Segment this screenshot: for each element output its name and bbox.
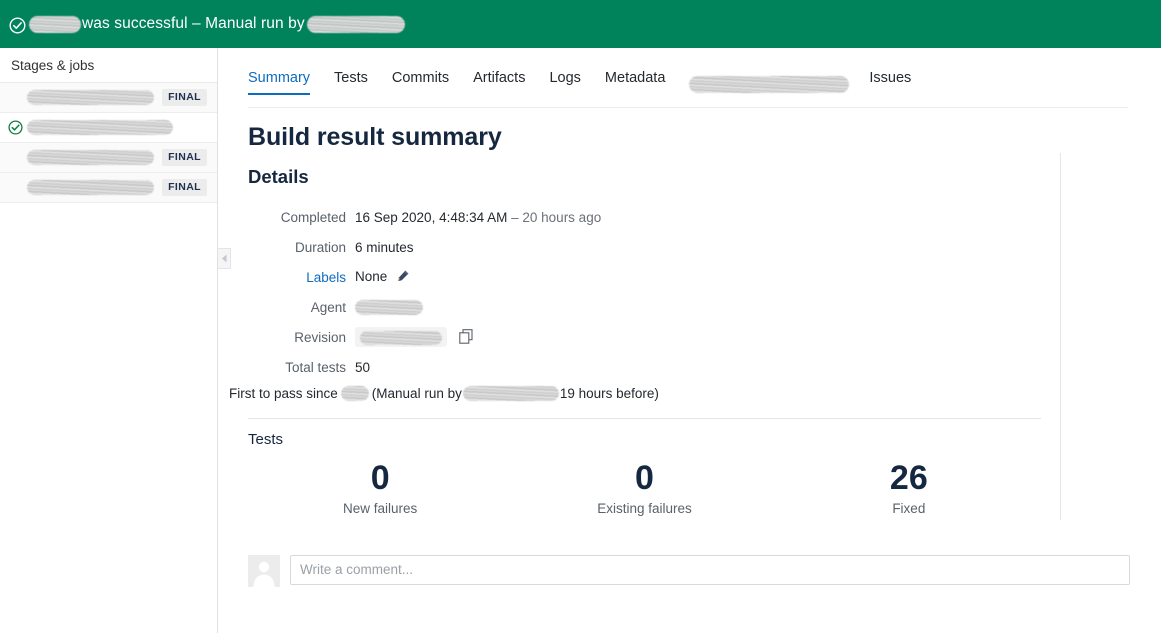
redacted-build-number (341, 386, 369, 401)
stat-existing-failures-label: Existing failures (512, 501, 776, 516)
completed-timestamp: 16 Sep 2020, 4:48:34 AM (355, 210, 507, 225)
detail-key-completed: Completed (219, 202, 355, 232)
stage-row[interactable]: FINAL (0, 173, 217, 203)
content-column-divider (1060, 153, 1061, 520)
details-section-title: Details (248, 166, 1161, 188)
detail-value-total-tests: 50 (355, 352, 601, 382)
detail-key-total-tests: Total tests (219, 352, 355, 382)
detail-value-completed: 16 Sep 2020, 4:48:34 AM – 20 hours ago (355, 202, 601, 232)
banner-message: was successful – Manual run by (82, 15, 305, 33)
detail-value-duration: 6 minutes (355, 232, 601, 262)
redacted-user-name (307, 16, 405, 33)
detail-value-agent (355, 292, 601, 322)
pencil-icon[interactable] (396, 271, 410, 286)
first-to-pass-row: First to pass since (Manual run by 19 ho… (229, 386, 1161, 401)
tab-metadata[interactable]: Metadata (605, 70, 665, 95)
details-table: Completed 16 Sep 2020, 4:48:34 AM – 20 h… (219, 202, 601, 382)
copy-icon[interactable] (459, 332, 473, 347)
redacted-stage-label (27, 180, 154, 195)
redacted-stage-label (27, 120, 173, 135)
stage-row[interactable] (0, 113, 217, 143)
tab-bar-baseline (248, 107, 1128, 108)
main-content: Summary Tests Commits Artifacts Logs Met… (219, 48, 1161, 633)
chevron-left-icon (221, 254, 228, 263)
detail-key-duration: Duration (219, 232, 355, 262)
final-badge: FINAL (162, 149, 207, 166)
redacted-run-user (463, 386, 559, 401)
detail-row-completed: Completed 16 Sep 2020, 4:48:34 AM – 20 h… (219, 202, 601, 232)
tab-issues[interactable]: Issues (869, 70, 911, 95)
completed-relative: – 20 hours ago (511, 210, 601, 225)
stage-row[interactable]: FINAL (0, 83, 217, 113)
stat-existing-failures: 0 Existing failures (512, 461, 776, 516)
stat-fixed-label: Fixed (777, 501, 1041, 516)
tab-tests[interactable]: Tests (334, 70, 368, 95)
detail-row-labels: Labels None (219, 262, 601, 292)
revision-pill[interactable] (355, 327, 447, 346)
tab-redacted[interactable] (689, 76, 849, 93)
stat-fixed-value: 26 (777, 461, 1041, 497)
tab-summary[interactable]: Summary (248, 70, 310, 95)
stage-row[interactable]: FINAL (0, 143, 217, 173)
comment-input[interactable] (290, 555, 1130, 585)
final-badge: FINAL (162, 89, 207, 106)
stat-new-failures: 0 New failures (248, 461, 512, 516)
redacted-stage-label (27, 150, 154, 165)
tab-bar: Summary Tests Commits Artifacts Logs Met… (248, 70, 1161, 108)
redacted-stage-label (27, 90, 154, 105)
final-badge: FINAL (162, 179, 207, 196)
detail-row-agent: Agent (219, 292, 601, 322)
stages-jobs-sidebar: Stages & jobs FINAL FINAL FINAL (0, 48, 218, 633)
page-title: Build result summary (248, 123, 1161, 152)
comment-row (248, 555, 1161, 587)
stat-fixed: 26 Fixed (777, 461, 1041, 516)
detail-key-revision: Revision (219, 322, 355, 352)
redacted-agent-name (355, 300, 423, 315)
detail-row-total-tests: Total tests 50 (219, 352, 601, 382)
status-banner: was successful – Manual run by (0, 0, 1161, 48)
tests-stats: 0 New failures 0 Existing failures 26 Fi… (248, 461, 1041, 516)
redacted-revision-hash (360, 331, 442, 345)
tab-commits[interactable]: Commits (392, 70, 449, 95)
detail-key-agent: Agent (219, 292, 355, 322)
stage-status-icon-placeholder (8, 180, 23, 195)
detail-value-revision (355, 322, 601, 352)
section-divider (248, 418, 1041, 419)
first-to-pass-paren-open: (Manual run by (372, 386, 462, 401)
stage-status-icon-placeholder (8, 150, 23, 165)
detail-row-duration: Duration 6 minutes (219, 232, 601, 262)
detail-row-revision: Revision (219, 322, 601, 352)
labels-value: None (355, 269, 387, 284)
tab-artifacts[interactable]: Artifacts (473, 70, 525, 95)
stage-status-icon-placeholder (8, 90, 23, 105)
stat-new-failures-value: 0 (248, 461, 512, 497)
detail-value-labels: None (355, 262, 601, 292)
circle-check-icon (9, 17, 26, 34)
banner-text: was successful – Manual run by (29, 15, 405, 33)
circle-check-icon (8, 120, 23, 135)
stat-existing-failures-value: 0 (512, 461, 776, 497)
first-to-pass-tail: 19 hours before) (560, 386, 659, 401)
detail-key-labels[interactable]: Labels (219, 262, 355, 292)
tests-section-title: Tests (248, 431, 1161, 448)
sidebar-title: Stages & jobs (0, 48, 217, 83)
redacted-pipeline-name (29, 16, 81, 33)
user-avatar-icon (248, 555, 280, 587)
sidebar-collapse-button[interactable] (218, 248, 231, 269)
stat-new-failures-label: New failures (248, 501, 512, 516)
first-to-pass-lead: First to pass since (229, 386, 338, 401)
tab-logs[interactable]: Logs (549, 70, 580, 95)
